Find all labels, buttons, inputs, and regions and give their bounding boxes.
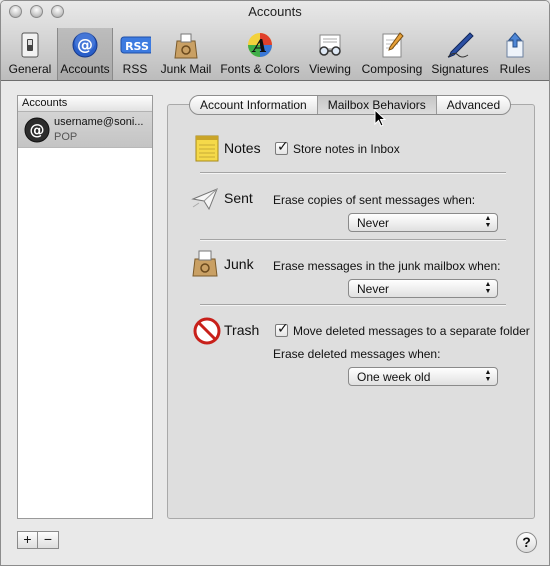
junk-bag-icon [192,250,218,277]
toolbar-accounts[interactable]: @ Accounts [57,28,113,80]
titlebar: Accounts General @ Accounts RSS RSS Junk… [1,1,549,81]
svg-text:@: @ [30,121,45,139]
sent-erase-label: Erase copies of sent messages when: [273,193,476,207]
preferences-window: Accounts General @ Accounts RSS RSS Junk… [0,0,550,566]
trash-title: Trash [224,322,260,338]
tab-bar: Account Information Mailbox Behaviors Ad… [189,95,512,115]
font-color-icon: A [248,33,272,57]
toolbar-rules[interactable]: Rules [493,28,537,80]
toolbar-fonts-colors[interactable]: A Fonts & Colors [217,28,303,80]
store-notes-checkbox[interactable]: ✓ [275,138,289,155]
svg-text:A: A [251,36,267,57]
section-divider [200,304,506,306]
account-row[interactable]: @ username@soni... POP [18,112,152,148]
toolbar-rss[interactable]: RSS RSS [115,28,155,80]
notes-title: Notes [224,140,261,156]
pen-icon [447,32,474,58]
tab-account-information[interactable]: Account Information [190,96,318,114]
help-button[interactable]: ? [516,532,537,553]
notes-icon [195,135,219,162]
toolbar-signatures[interactable]: Signatures [429,28,491,80]
checkmark-icon: ✓ [277,138,289,154]
svg-text:@: @ [77,35,93,54]
junk-erase-label: Erase messages in the junk mailbox when: [273,259,501,273]
junk-bag-icon [174,33,198,59]
section-divider [200,239,506,241]
junk-erase-popup[interactable]: Never ▲ ▼ [348,279,498,298]
window-title: Accounts [248,4,302,19]
add-account-button[interactable]: + [17,531,38,549]
at-sign-icon: @ [24,117,50,143]
updown-arrows-icon: ▲ ▼ [484,215,492,229]
no-entry-icon [193,317,221,345]
section-divider [200,172,506,174]
toolbar-general[interactable]: General [5,28,55,80]
trash-erase-label: Erase deleted messages when: [273,347,441,361]
updown-arrows-icon: ▲ ▼ [484,369,492,383]
account-type: POP [54,131,78,143]
remove-account-button[interactable]: − [38,531,59,549]
sent-title: Sent [224,190,253,206]
accounts-list[interactable]: Accounts @ username@soni... POP [17,95,153,519]
tab-advanced[interactable]: Advanced [437,96,510,114]
junk-title: Junk [224,256,254,272]
toolbar-junk-mail[interactable]: Junk Mail [157,28,215,80]
glasses-icon [319,34,341,56]
toolbar-composing[interactable]: Composing [357,28,427,80]
store-notes-label: Store notes in Inbox [293,142,400,156]
move-deleted-label: Move deleted messages to a separate fold… [293,324,530,338]
add-remove-buttons: + − [17,531,59,549]
move-deleted-checkbox[interactable]: ✓ [275,320,289,337]
accounts-list-header: Accounts [18,96,152,112]
at-sign-icon: @ [72,32,98,58]
checkmark-icon: ✓ [277,320,289,336]
sent-erase-popup[interactable]: Never ▲ ▼ [348,213,498,232]
rules-icon [506,32,524,58]
toolbar: General @ Accounts RSS RSS Junk Mail A F… [1,28,549,80]
mouse-pointer-icon [374,109,386,127]
toolbar-viewing[interactable]: Viewing [305,28,355,80]
account-name: username@soni... [54,116,144,128]
pencil-paper-icon [382,32,404,58]
settings-panel [167,104,535,519]
switch-icon [21,32,39,58]
trash-erase-popup[interactable]: One week old ▲ ▼ [348,367,498,386]
paper-plane-icon [191,188,218,211]
svg-text:RSS: RSS [125,40,149,53]
updown-arrows-icon: ▲ ▼ [484,281,492,295]
rss-icon: RSS [120,36,151,54]
